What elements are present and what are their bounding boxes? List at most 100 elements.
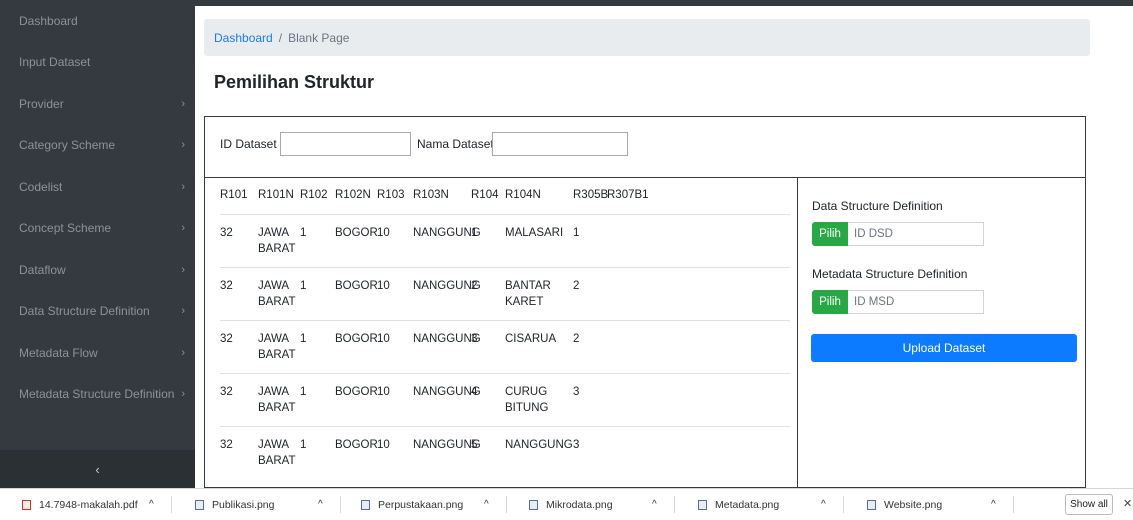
sidebar-item-label: Dashboard	[19, 13, 78, 28]
table-cell-r102n: BOGOR	[335, 386, 378, 398]
table-cell-r305b: 2	[573, 280, 580, 292]
table-cell-r104n: MALASARI	[505, 227, 564, 239]
column-header-r101: R101	[220, 189, 248, 201]
download-item[interactable]: Perpustakaan.png	[361, 489, 463, 520]
table-cell-r305b: 1	[573, 227, 580, 239]
table-cell-r102n: BOGOR	[335, 439, 378, 451]
table-cell-r101n: JAWA BARAT	[258, 386, 296, 414]
sidebar-item-dataflow[interactable]: Dataflow ›	[0, 249, 195, 291]
table-row: 32 JAWA BARAT 1 BOGOR 10 NANGGUNG 1 MALASARI 1	[220, 214, 790, 268]
download-item[interactable]: Mikrodata.png	[529, 489, 613, 520]
chevron-left-icon: ‹	[95, 461, 100, 477]
upload-dataset-button[interactable]: Upload Dataset	[811, 334, 1077, 362]
sidebar-item-label: Data Structure Definition	[19, 304, 150, 319]
pilih-msd-button[interactable]: Pilih	[812, 290, 848, 314]
chevron-up-icon[interactable]: ^	[149, 489, 154, 520]
download-item[interactable]: Website.png	[867, 489, 942, 520]
sidebar-item-data-structure-definition[interactable]: Data Structure Definition ›	[0, 291, 195, 333]
nama-dataset-input[interactable]	[492, 132, 628, 156]
column-header-r102n: R102N	[335, 189, 371, 201]
table-cell-r305b: 2	[573, 333, 580, 345]
table-cell-r103: 10	[377, 333, 390, 345]
sidebar-item-label: Provider	[19, 96, 64, 111]
dataset-table[interactable]: R101 R101N R102 R102N R103 R103N R104 R104N R305…	[205, 178, 797, 489]
table-cell-r101n: JAWA BARAT	[258, 439, 296, 467]
download-item[interactable]: Metadata.png	[698, 489, 779, 520]
structure-card: ID Dataset Nama Dataset R101 R101N R102 R10…	[204, 116, 1086, 489]
breadcrumb-dashboard-link[interactable]: Dashboard	[214, 31, 273, 45]
table-cell-r102: 1	[300, 333, 307, 345]
close-icon[interactable]: ✕	[1123, 497, 1132, 510]
sidebar-item-metadata-flow[interactable]: Metadata Flow ›	[0, 332, 195, 374]
main-content: Dashboard / Blank Page Pemilihan Struktu…	[195, 0, 1133, 489]
sidebar-item-concept-scheme[interactable]: Concept Scheme ›	[0, 208, 195, 250]
column-header-r104: R104	[471, 189, 499, 201]
sidebar-item-label: Codelist	[19, 179, 63, 194]
chevron-up-icon[interactable]: ^	[821, 489, 826, 520]
column-header-r305b: R305B	[573, 189, 609, 201]
image-file-icon	[867, 499, 876, 510]
table-cell-r104: 1	[471, 227, 478, 239]
sidebar-item-metadata-structure-definition[interactable]: Metadata Structure Definition ›	[0, 374, 195, 416]
download-separator	[340, 496, 341, 513]
id-dataset-label: ID Dataset	[220, 137, 277, 151]
download-separator	[506, 496, 507, 513]
sidebar-item-dashboard[interactable]: Dashboard	[0, 0, 195, 42]
chevron-up-icon[interactable]: ^	[652, 489, 657, 520]
table-cell-r101n: JAWA BARAT	[258, 280, 296, 308]
download-item[interactable]: Publikasi.png	[195, 489, 274, 520]
structure-panel: Data Structure Definition Pilih Metadata…	[798, 178, 1086, 489]
breadcrumb-separator: /	[278, 30, 283, 45]
id-dataset-input[interactable]	[280, 132, 411, 156]
chevron-right-icon: ›	[181, 263, 185, 276]
table-cell-r103: 10	[377, 439, 390, 451]
chevron-up-icon[interactable]: ^	[484, 489, 489, 520]
table-cell-r305b: 3	[573, 386, 580, 398]
chevron-right-icon: ›	[181, 180, 185, 193]
table-cell-r102: 1	[300, 227, 307, 239]
sidebar-item-input-dataset[interactable]: Input Dataset	[0, 42, 195, 84]
download-file-name: 14.7948-makalah.pdf	[39, 498, 138, 511]
download-separator	[843, 496, 844, 513]
column-header-r103: R103	[377, 189, 405, 201]
sidebar-toggle-button[interactable]: ‹	[0, 450, 195, 488]
show-all-downloads-button[interactable]: Show all	[1065, 494, 1113, 515]
chevron-right-icon: ›	[181, 346, 185, 359]
download-separator	[171, 496, 172, 513]
sidebar-item-label: Input Dataset	[19, 55, 91, 70]
column-header-r104n: R104N	[505, 189, 541, 201]
column-header-r102: R102	[300, 189, 328, 201]
image-file-icon	[698, 499, 707, 510]
table-cell-r104: 2	[471, 280, 478, 292]
download-item[interactable]: 14.7948-makalah.pdf	[22, 489, 138, 520]
table-cell-r104: 5	[471, 439, 478, 451]
sidebar-item-category-scheme[interactable]: Category Scheme ›	[0, 125, 195, 167]
download-separator	[1013, 496, 1014, 513]
download-file-name: Mikrodata.png	[546, 498, 613, 511]
pilih-dsd-button[interactable]: Pilih	[812, 222, 848, 246]
table-cell-r102n: BOGOR	[335, 333, 378, 345]
table-cell-r103: 10	[377, 227, 390, 239]
column-header-r307b1: R307B1	[607, 189, 649, 201]
page-title: Pemilihan Struktur	[214, 72, 375, 92]
pdf-file-icon	[22, 499, 31, 510]
sidebar-item-codelist[interactable]: Codelist ›	[0, 166, 195, 208]
sidebar-item-provider[interactable]: Provider ›	[0, 83, 195, 125]
sidebar-item-label: Category Scheme	[19, 138, 116, 153]
table-header: R101 R101N R102 R102N R103 R103N R104 R104N R305…	[205, 189, 797, 209]
column-header-r103n: R103N	[413, 189, 449, 201]
table-cell-r102: 1	[300, 386, 307, 398]
id-dsd-input[interactable]	[848, 222, 984, 246]
download-separator	[674, 496, 675, 513]
breadcrumb: Dashboard / Blank Page	[204, 19, 1090, 56]
download-file-name: Perpustakaan.png	[378, 498, 464, 511]
id-msd-input[interactable]	[848, 290, 984, 314]
table-cell-r305b: 3	[573, 439, 580, 451]
chevron-up-icon[interactable]: ^	[991, 489, 996, 520]
sidebar-nav: Dashboard Input Dataset Provider › Category …	[0, 0, 195, 415]
sidebar-item-label: Metadata Structure Definition	[19, 387, 175, 402]
dataset-form: ID Dataset Nama Dataset	[205, 117, 1085, 178]
table-cell-r101: 32	[220, 439, 233, 451]
chevron-up-icon[interactable]: ^	[318, 489, 323, 520]
table-cell-r103: 10	[377, 386, 390, 398]
